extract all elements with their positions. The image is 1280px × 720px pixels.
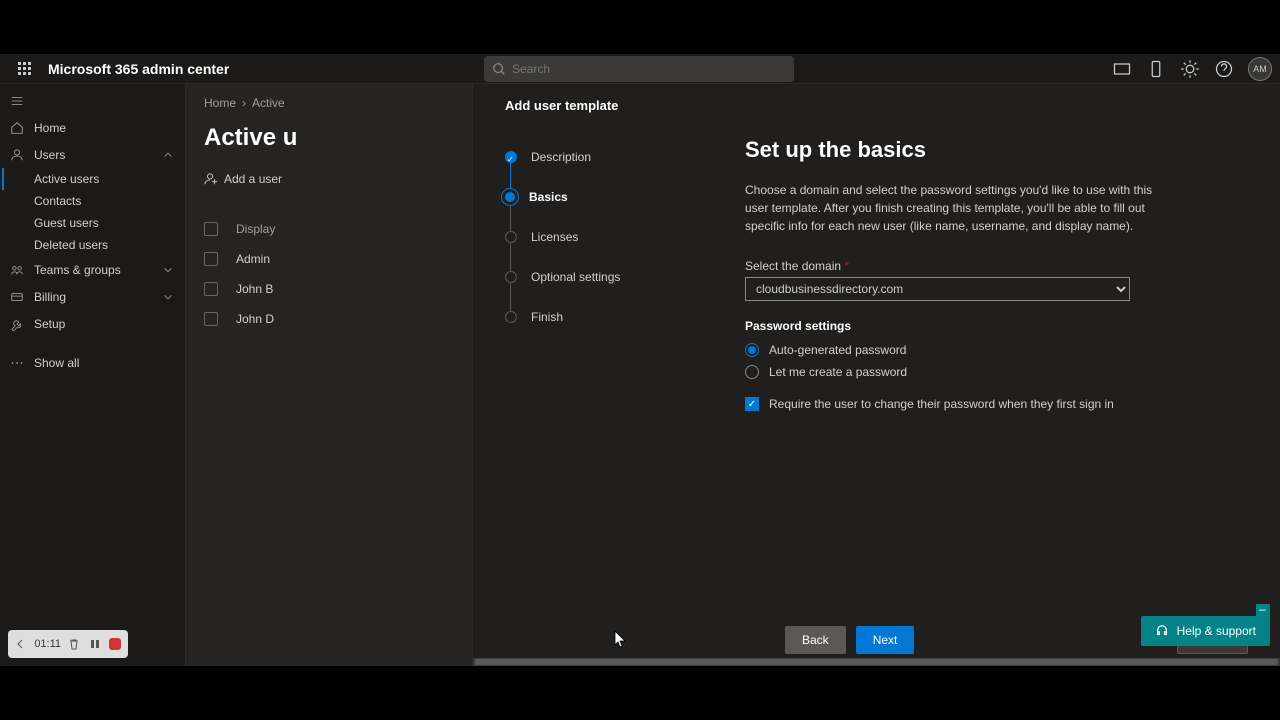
toolbar-add-user[interactable]: Add a user [204,172,282,186]
domain-label: Select the domain * [745,259,1165,273]
password-section: Password settings [745,319,1165,333]
page-title: Active u [204,124,297,152]
sidebar-item-setup[interactable]: Setup [0,310,185,337]
domain-select[interactable]: cloudbusinessdirectory.com [745,277,1130,301]
gear-icon[interactable] [1180,59,1200,79]
step-licenses[interactable]: Licenses [505,217,685,257]
sidebar-sub-deleted-users[interactable]: Deleted users [0,234,185,256]
search-input[interactable] [512,62,786,76]
step-basics[interactable]: Basics [505,177,685,217]
chevron-down-icon [161,290,175,304]
flyout-panel: Add user template Description Basics Lic… [472,84,1280,666]
trash-icon[interactable] [67,635,81,653]
sidebar-sub-contacts[interactable]: Contacts [0,190,185,212]
sidebar-sub-guest-users[interactable]: Guest users [0,212,185,234]
home-icon [10,121,24,135]
recorder-widget[interactable]: 01:11 [8,630,128,658]
sidebar-item-users[interactable]: Users [0,141,185,168]
headset-icon [1155,624,1169,638]
flyout-title: Add user template [473,84,1280,113]
device-icon[interactable] [1146,59,1166,79]
topbar: Microsoft 365 admin center AM [0,54,1280,84]
table-row[interactable]: John D [204,304,275,334]
recorder-time: 01:11 [34,638,61,650]
sidebar-item-label: Teams & groups [34,263,121,277]
brand-title: Microsoft 365 admin center [48,61,229,77]
user-icon [10,148,24,162]
stepper: Description Basics Licenses Optional set… [505,137,685,614]
back-button[interactable]: Back [785,626,846,654]
add-user-icon [204,172,218,186]
sidebar-collapse-icon[interactable] [0,88,185,114]
table-row[interactable]: Admin [204,244,275,274]
sidebar-show-all[interactable]: Show all [0,349,185,376]
table-header: Display [204,214,275,244]
chevron-up-icon [161,148,175,162]
avatar[interactable]: AM [1248,57,1272,81]
sidebar-item-billing[interactable]: Billing [0,283,185,310]
step-finish[interactable]: Finish [505,297,685,337]
more-icon [10,356,24,370]
search-icon [492,62,506,76]
checkbox-require-change[interactable]: ✓Require the user to change their passwo… [745,397,1165,411]
pause-icon[interactable] [87,635,101,653]
checkbox[interactable] [204,252,218,266]
card-icon[interactable] [1112,59,1132,79]
checkbox[interactable] [204,312,218,326]
radio-manual-password[interactable]: Let me create a password [745,365,1165,379]
sidebar-item-label: Show all [34,356,79,370]
step-description[interactable]: Description [505,137,685,177]
checkbox[interactable] [204,222,218,236]
back-icon[interactable] [14,635,28,653]
sidebar-sub-active-users[interactable]: Active users [2,168,185,190]
search-box[interactable] [484,56,794,82]
next-button[interactable]: Next [856,626,915,654]
form-description: Choose a domain and select the password … [745,181,1165,235]
horizontal-scrollbar[interactable] [473,658,1280,666]
radio-auto-password[interactable]: Auto-generated password [745,343,1165,357]
form: Set up the basics Choose a domain and se… [745,137,1165,614]
record-icon[interactable] [108,635,122,653]
sidebar-item-teams[interactable]: Teams & groups [0,256,185,283]
app-launcher-icon[interactable] [8,53,40,85]
wrench-icon [10,317,24,331]
sidebar-item-label: Billing [34,290,66,304]
checkbox[interactable] [204,282,218,296]
step-optional[interactable]: Optional settings [505,257,685,297]
sidebar-item-label: Setup [34,317,65,331]
sidebar-item-label: Users [34,148,65,162]
form-heading: Set up the basics [745,137,1165,163]
sidebar-item-home[interactable]: Home [0,114,185,141]
help-support-button[interactable]: Help & support [1141,616,1270,646]
chevron-down-icon [161,263,175,277]
teams-icon [10,263,24,277]
sidebar-item-label: Home [34,121,66,135]
table-row[interactable]: John B [204,274,275,304]
help-icon[interactable] [1214,59,1234,79]
content: Home › Active Active u Add a user Displa… [186,84,1280,666]
sidebar: Home Users Active users Contacts Guest u… [0,84,186,666]
card-icon [10,290,24,304]
breadcrumb: Home › Active [204,96,285,110]
